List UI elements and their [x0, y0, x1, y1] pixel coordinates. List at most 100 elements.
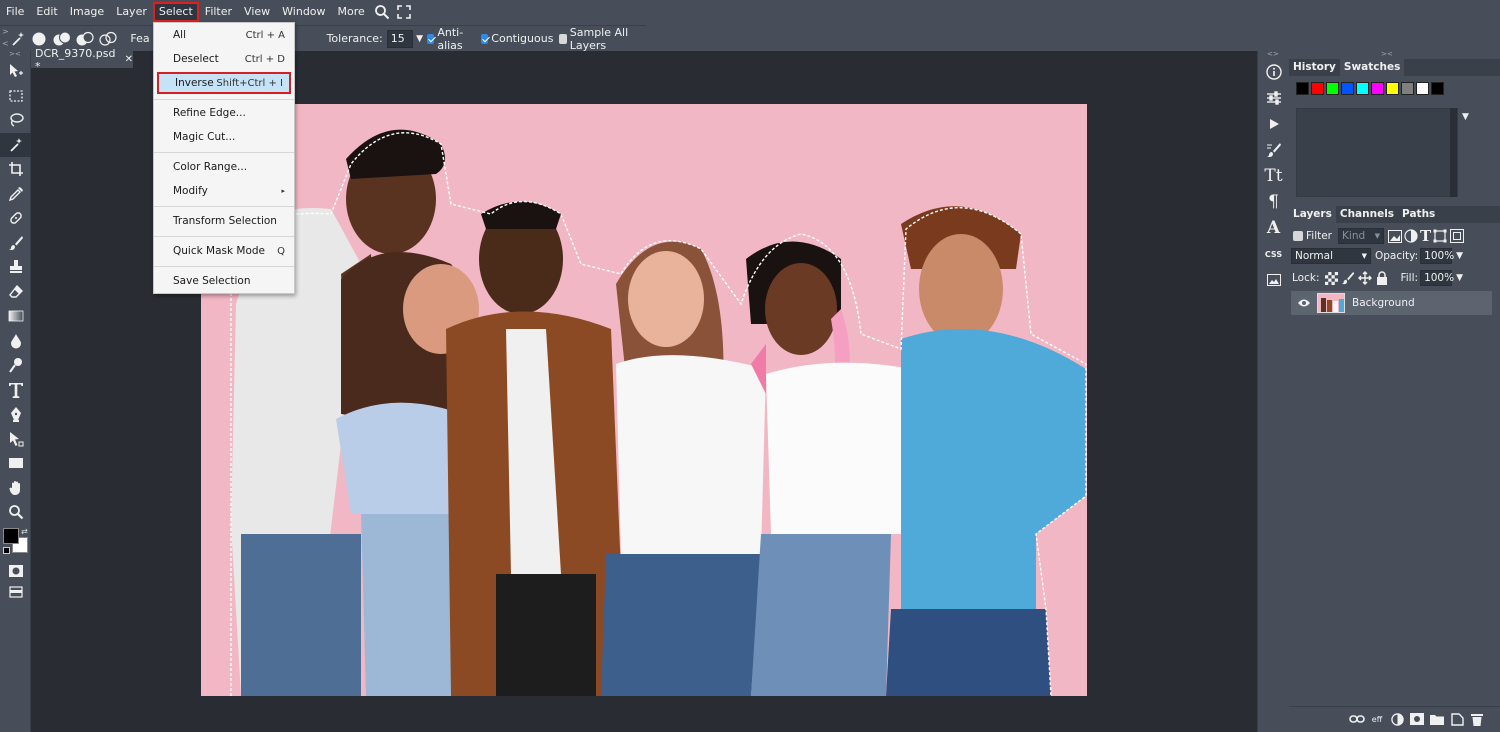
filter-shape-icon[interactable]	[1433, 229, 1447, 243]
new-adjustment-icon[interactable]	[1389, 712, 1405, 726]
menu-item-quick-mask-mode[interactable]: Quick Mask Mode Q	[154, 240, 294, 262]
menu-item-magic-cut[interactable]: Magic Cut...	[154, 126, 294, 148]
intersect-selection-icon[interactable]	[99, 31, 117, 47]
swatch-yellow[interactable]	[1386, 82, 1399, 95]
add-selection-icon[interactable]	[53, 31, 72, 47]
swatch-magenta[interactable]	[1371, 82, 1384, 95]
swatch-black-2[interactable]	[1431, 82, 1444, 95]
new-group-icon[interactable]	[1429, 712, 1445, 726]
pen-tool-icon[interactable]	[0, 402, 31, 427]
filter-smart-object-icon[interactable]	[1450, 229, 1465, 243]
hand-tool-icon[interactable]	[0, 476, 31, 501]
fullscreen-icon[interactable]	[393, 2, 415, 22]
menu-window[interactable]: Window	[276, 2, 331, 22]
menu-more[interactable]: More	[332, 2, 371, 22]
blur-tool-icon[interactable]	[0, 329, 31, 354]
menu-view[interactable]: View	[238, 2, 276, 22]
foreground-color-swatch[interactable]	[3, 527, 19, 544]
menu-item-transform-selection[interactable]: Transform Selection	[154, 210, 294, 232]
brush-settings-icon[interactable]	[1258, 137, 1289, 163]
menu-image[interactable]: Image	[64, 2, 110, 22]
layer-mask-icon[interactable]	[1409, 712, 1425, 726]
magic-wand-icon[interactable]	[9, 31, 27, 47]
lock-all-icon[interactable]	[1375, 271, 1389, 285]
opacity-dropdown-icon[interactable]: ▼	[1456, 251, 1463, 261]
swatch-green[interactable]	[1326, 82, 1339, 95]
path-select-tool-icon[interactable]	[0, 427, 31, 452]
filter-pixel-icon[interactable]	[1388, 229, 1403, 243]
menu-item-save-selection[interactable]: Save Selection	[154, 270, 294, 292]
actions-play-icon[interactable]	[1258, 111, 1289, 137]
fill-dropdown-icon[interactable]: ▼	[1456, 273, 1463, 283]
marquee-tool-icon[interactable]	[0, 84, 31, 109]
anti-alias-checkbox[interactable]	[426, 33, 435, 44]
menu-layer[interactable]: Layer	[110, 2, 153, 22]
menu-item-inverse[interactable]: Inverse Shift+Ctrl + I	[157, 72, 291, 94]
css-icon[interactable]: CSS	[1258, 241, 1289, 267]
tab-paths[interactable]: Paths	[1398, 206, 1439, 223]
swatch-gray[interactable]	[1401, 82, 1414, 95]
menu-item-all[interactable]: All Ctrl + A	[154, 24, 294, 46]
delete-layer-icon[interactable]	[1469, 712, 1485, 726]
stamp-tool-icon[interactable]	[0, 255, 31, 280]
zoom-tool-icon[interactable]	[0, 500, 31, 525]
new-layer-icon[interactable]	[1449, 712, 1465, 726]
search-icon[interactable]	[371, 2, 393, 22]
menu-item-color-range[interactable]: Color Range...	[154, 156, 294, 178]
swatch-black[interactable]	[1296, 82, 1309, 95]
eye-icon[interactable]	[1297, 298, 1311, 308]
blend-mode-select[interactable]: Normal ▼	[1291, 248, 1371, 264]
eyedropper-tool-icon[interactable]	[0, 182, 31, 207]
layer-row-background[interactable]: Background	[1291, 291, 1492, 315]
lasso-tool-icon[interactable]	[0, 108, 31, 133]
swatch-red[interactable]	[1311, 82, 1324, 95]
dodge-tool-icon[interactable]	[0, 353, 31, 378]
screen-mode-icon[interactable]	[0, 583, 31, 601]
brush-tool-icon[interactable]	[0, 231, 31, 256]
healing-brush-tool-icon[interactable]	[0, 206, 31, 231]
menu-item-deselect[interactable]: Deselect Ctrl + D	[154, 48, 294, 70]
magic-wand-tool-icon[interactable]	[0, 132, 31, 157]
contiguous-checkbox[interactable]	[480, 33, 489, 44]
character-icon[interactable]: Tt	[1258, 163, 1289, 189]
crop-tool-icon[interactable]	[0, 157, 31, 182]
menu-item-refine-edge[interactable]: Refine Edge...	[154, 102, 294, 124]
eraser-tool-icon[interactable]	[0, 280, 31, 305]
filter-checkbox[interactable]	[1293, 231, 1303, 241]
tab-history[interactable]: History	[1289, 59, 1340, 76]
image-canvas[interactable]	[201, 104, 1087, 696]
document-tab[interactable]: DCR_9370.psd * ✕	[31, 47, 133, 73]
panel-resize-icon[interactable]: ><	[1289, 51, 1500, 59]
move-tool-icon[interactable]	[0, 59, 31, 84]
menu-select[interactable]: Select	[152, 2, 199, 22]
tab-channels[interactable]: Channels	[1336, 206, 1398, 223]
toolbar-collapse-icon[interactable]: ><	[0, 51, 30, 59]
lock-pixels-icon[interactable]	[1341, 271, 1355, 285]
kind-select[interactable]: Kind ▼	[1338, 228, 1385, 244]
paragraph-icon[interactable]: ¶	[1258, 189, 1289, 215]
fill-input[interactable]: 100%	[1420, 270, 1454, 286]
opacity-input[interactable]: 100%	[1420, 248, 1454, 264]
tab-swatches[interactable]: Swatches	[1339, 59, 1405, 76]
default-colors-icon[interactable]	[3, 546, 10, 554]
new-selection-icon[interactable]	[30, 31, 48, 47]
swatch-menu-icon[interactable]: ▼	[1462, 112, 1469, 122]
info-icon[interactable]	[1258, 59, 1289, 85]
glyphs-icon[interactable]: A	[1258, 215, 1289, 241]
image-icon[interactable]	[1258, 267, 1289, 293]
collapse-arrows-icon[interactable]: ><	[0, 26, 9, 52]
tolerance-dropdown-icon[interactable]: ▼	[416, 34, 423, 44]
filter-type-icon[interactable]: T	[1420, 227, 1431, 245]
panel-collapse-icon[interactable]: <>	[1258, 51, 1288, 59]
shape-tool-icon[interactable]	[0, 451, 31, 476]
adjustments-icon[interactable]	[1258, 85, 1289, 111]
menu-edit[interactable]: Edit	[30, 2, 63, 22]
tab-layers[interactable]: Layers	[1289, 206, 1336, 223]
menu-file[interactable]: File	[0, 2, 30, 22]
gradient-tool-icon[interactable]	[0, 304, 31, 329]
layer-effects-icon[interactable]: eff	[1369, 712, 1385, 726]
swatch-scrollbar[interactable]	[1450, 108, 1457, 197]
tolerance-input[interactable]: 15	[386, 29, 414, 48]
menu-item-modify[interactable]: Modify ▸	[154, 180, 294, 202]
lock-transparent-icon[interactable]	[1324, 271, 1338, 285]
